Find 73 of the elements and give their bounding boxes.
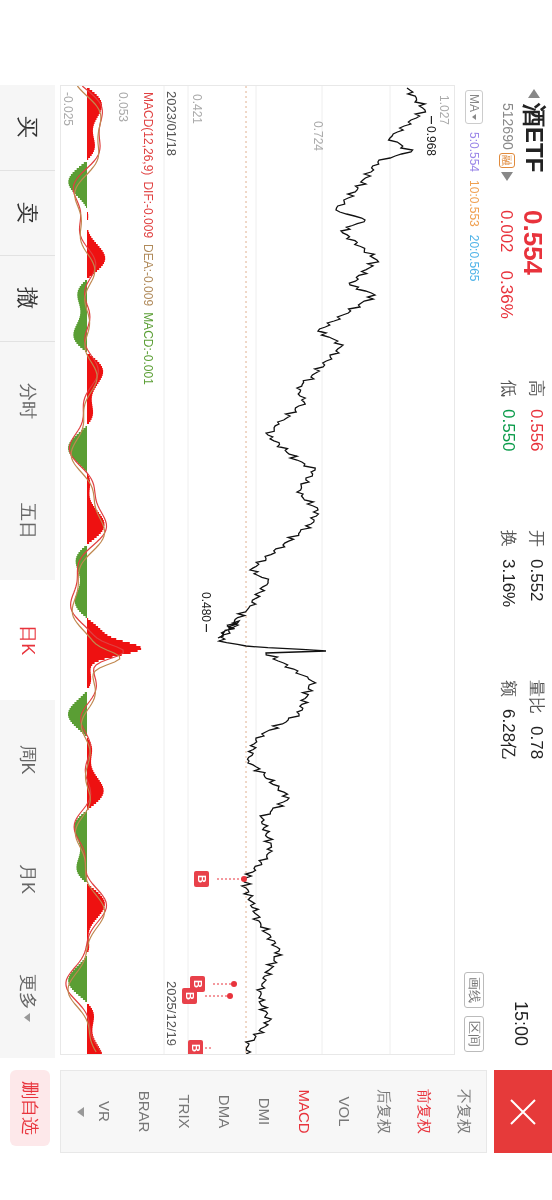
ma-value: 20:0.565 — [466, 234, 483, 282]
stat-value: 6.28亿 — [498, 709, 519, 760]
period-tab[interactable]: 分时 — [0, 341, 55, 462]
adjust-option[interactable]: 后复权 — [364, 1089, 404, 1134]
ma-value: 5:0.554 — [466, 132, 483, 173]
stat-value: 0.78 — [526, 726, 547, 760]
period-tab[interactable]: 周K — [0, 699, 55, 820]
high-price-label: 0.968 — [423, 126, 439, 157]
trade-button[interactable]: 买 — [0, 85, 55, 171]
period-tab[interactable]: 月K — [0, 819, 55, 939]
stat-label: 低 — [498, 380, 519, 397]
next-arrow-icon[interactable] — [501, 170, 514, 181]
price-change: 0.002 — [496, 210, 517, 253]
dea-value: DEA:-0.009 — [140, 244, 156, 307]
time-label: 15:00 — [510, 1000, 532, 1046]
change-percent: 0.36% — [496, 270, 517, 319]
stat-label: 高 — [526, 380, 547, 397]
stat-value: 0.552 — [526, 559, 547, 602]
adjust-option[interactable]: 不复权 — [444, 1089, 484, 1134]
marker-leader-line — [216, 876, 247, 882]
low-price-label: 0.480 — [198, 592, 214, 623]
stat-label: 换 — [498, 530, 519, 547]
remove-watchlist-button[interactable]: 删自选 — [10, 1070, 50, 1146]
close-icon — [510, 1098, 536, 1125]
tick-mark — [205, 624, 207, 633]
axis-label: 0.053 — [115, 92, 131, 123]
indicator-option[interactable]: DMA — [204, 1094, 244, 1129]
end-date-label: 2025/12/19 — [163, 980, 180, 1046]
stat-label: 量比 — [526, 680, 547, 714]
indicator-option[interactable]: DMI — [244, 1097, 284, 1126]
buy-marker: B — [182, 988, 197, 1004]
marker-leader-line — [212, 981, 237, 987]
ma-dropdown[interactable]: MA — [465, 90, 484, 124]
indicator-option[interactable]: MACD — [284, 1089, 324, 1134]
margin-badge: 融 — [499, 152, 516, 168]
indicator-option[interactable]: BRAR — [124, 1090, 164, 1133]
period-tab[interactable]: 五日 — [0, 461, 55, 581]
stat-label: 额 — [498, 680, 519, 697]
macd-value: MACD:-0.001 — [140, 312, 156, 385]
trade-button[interactable]: 卖 — [0, 170, 55, 257]
caret-icon — [472, 114, 477, 120]
indicator-option[interactable]: VOL — [324, 1096, 364, 1127]
axis-label: -0.025 — [60, 92, 76, 127]
indicator-option[interactable]: VR — [84, 1101, 124, 1122]
chart-tool-button[interactable]: 画线 — [464, 972, 485, 1008]
close-button[interactable] — [494, 1070, 552, 1153]
marker-leader-line — [204, 993, 233, 999]
trade-button[interactable]: 撤 — [0, 256, 55, 342]
adjust-option[interactable]: 前复权 — [404, 1089, 444, 1134]
indicator-option[interactable]: TRIX — [164, 1094, 204, 1129]
previous-arrow-icon[interactable] — [528, 89, 540, 99]
period-tab[interactable]: 更多 — [0, 938, 55, 1059]
stock-name: 酒ETF — [520, 103, 548, 173]
axis-label: 0.724 — [310, 121, 326, 152]
stock-code: 512690 — [499, 103, 517, 150]
axis-label: 1.027 — [436, 95, 452, 126]
start-date-label: 2023/01/18 — [163, 91, 180, 157]
chart-tool-button[interactable]: 区间 — [464, 1016, 485, 1052]
buy-marker: B — [188, 1040, 203, 1053]
ma-value: 10:0.553 — [466, 180, 483, 227]
macd-title: MACD(12,26,9) — [140, 92, 156, 176]
stat-value: 0.550 — [498, 409, 519, 452]
stat-value: 0.556 — [526, 409, 547, 452]
stat-value: 3.16% — [498, 559, 519, 608]
axis-label: 0.421 — [189, 94, 205, 125]
buy-marker: B — [194, 871, 209, 887]
stat-label: 开 — [526, 530, 547, 547]
caret-icon — [77, 1106, 84, 1117]
dif-value: DIF:-0.009 — [140, 181, 156, 239]
last-price: 0.554 — [518, 210, 548, 278]
caret-icon — [24, 1013, 31, 1023]
period-tab[interactable]: 日K — [0, 580, 55, 700]
tick-mark — [430, 116, 432, 124]
